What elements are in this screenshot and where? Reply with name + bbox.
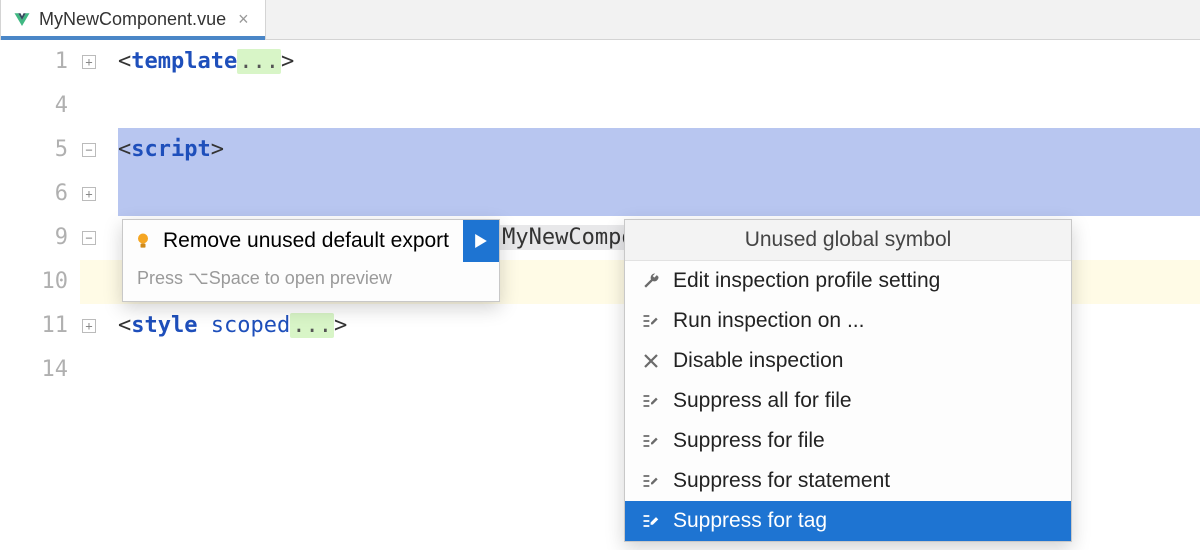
pencil-icon (641, 431, 661, 451)
line-number-gutter: 1 4 5 6 9 10 11 14 (0, 40, 80, 392)
line-number: 1 (0, 40, 68, 84)
code-line[interactable]: <script> (118, 128, 1200, 172)
fold-toggle-icon[interactable]: + (82, 319, 96, 333)
intention-label: Remove unused default export (163, 229, 449, 253)
pencil-icon (641, 511, 661, 531)
submenu-item[interactable]: Suppress all for file (625, 381, 1071, 421)
code-line[interactable]: export default {name: "MyNewComponent"..… (118, 172, 1200, 216)
intention-popup: Remove unused default export Press ⌥Spac… (122, 219, 500, 302)
submenu-item-label: Suppress for statement (673, 469, 890, 493)
submenu-item[interactable]: Disable inspection (625, 341, 1071, 381)
submenu-item-label: Suppress all for file (673, 389, 852, 413)
fold-toggle-icon[interactable]: − (82, 231, 96, 245)
intention-hint: Press ⌥Space to open preview (123, 262, 499, 301)
submenu-item-label: Edit inspection profile setting (673, 269, 940, 293)
code-line[interactable]: <template...> (118, 40, 1200, 84)
pencil-icon (641, 391, 661, 411)
line-number: 11 (0, 304, 68, 348)
line-number: 10 (0, 260, 68, 304)
editor-tab[interactable]: MyNewComponent.vue × (0, 0, 266, 39)
submenu-item-label: Suppress for tag (673, 509, 827, 533)
submenu-item[interactable]: Run inspection on ... (625, 301, 1071, 341)
line-number: 6 (0, 172, 68, 216)
submenu-item-label: Run inspection on ... (673, 309, 864, 333)
fold-toggle-icon[interactable]: + (82, 187, 96, 201)
fold-ellipsis[interactable]: ... (237, 49, 281, 74)
intention-action[interactable]: Remove unused default export (123, 220, 499, 262)
submenu-item-label: Suppress for file (673, 429, 825, 453)
submenu-item[interactable]: Suppress for file (625, 421, 1071, 461)
vue-icon (13, 11, 31, 29)
submenu-item-label: Disable inspection (673, 349, 843, 373)
pencil-icon (641, 471, 661, 491)
fold-toggle-icon[interactable]: − (82, 143, 96, 157)
tab-bar: MyNewComponent.vue × (0, 0, 1200, 40)
wrench-icon (641, 271, 661, 291)
intention-submenu: Unused global symbol Edit inspection pro… (624, 219, 1072, 542)
submenu-header: Unused global symbol (625, 220, 1071, 261)
fold-toggle-icon[interactable]: + (82, 55, 96, 69)
submenu-item[interactable]: Suppress for statement (625, 461, 1071, 501)
cross-icon (641, 351, 661, 371)
line-number: 9 (0, 216, 68, 260)
close-icon[interactable]: × (234, 9, 253, 30)
submenu-arrow-icon[interactable] (463, 220, 499, 262)
line-number: 4 (0, 84, 68, 128)
submenu-item[interactable]: Suppress for tag (625, 501, 1071, 541)
submenu-item[interactable]: Edit inspection profile setting (625, 261, 1071, 301)
line-number: 14 (0, 348, 68, 392)
lightbulb-icon (133, 231, 153, 251)
line-number: 5 (0, 128, 68, 172)
pencil-icon (641, 311, 661, 331)
tab-filename: MyNewComponent.vue (39, 9, 226, 30)
code-line[interactable] (118, 84, 1200, 128)
fold-ellipsis[interactable]: ... (290, 313, 334, 338)
fold-column: + − + − + (80, 40, 118, 392)
